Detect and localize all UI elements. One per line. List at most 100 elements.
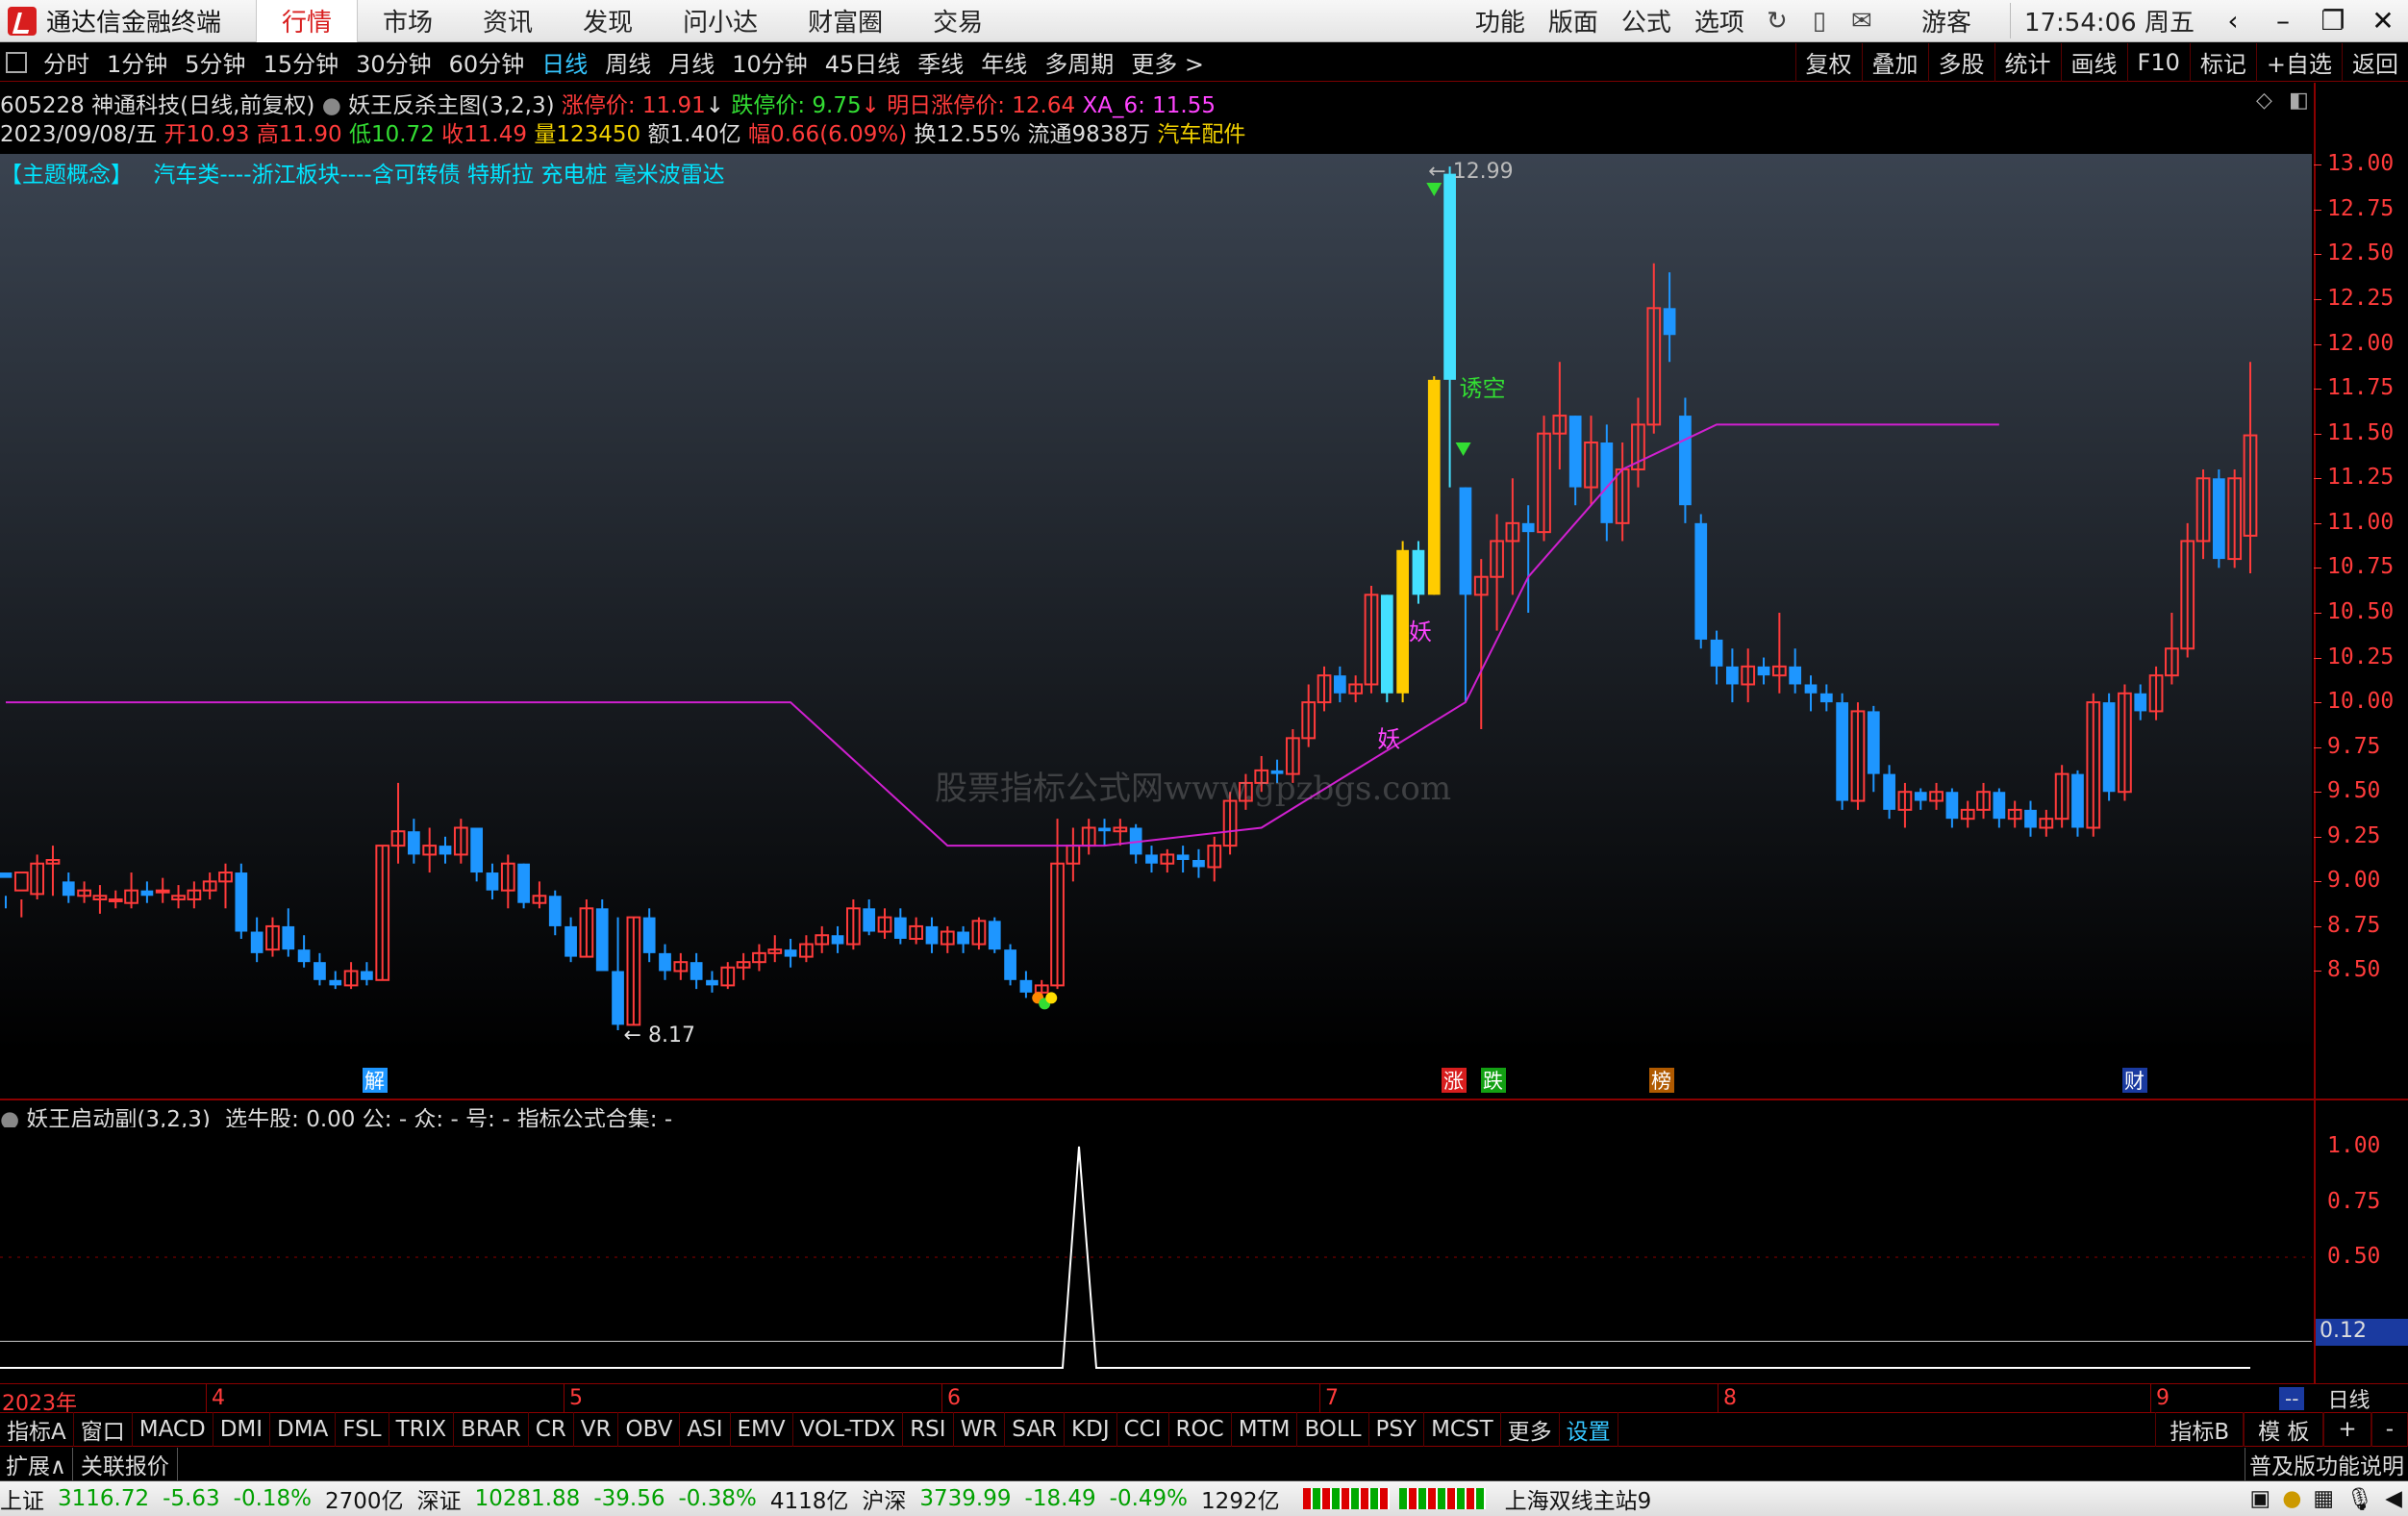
event-marker[interactable]: 解 [363,1068,388,1093]
menu-1[interactable]: 市场 [358,0,458,42]
sh-index-label[interactable]: 上证 [0,1482,44,1515]
menu-0[interactable]: 行情 [256,0,359,42]
indicator-right-2[interactable]: + [2323,1412,2371,1447]
right-menu-2[interactable]: 公式 [1610,3,1683,38]
concept-tag[interactable]: 【主题概念】 [0,163,133,188]
indicator-6[interactable]: TRIX [389,1412,455,1447]
panel-toggle-icon[interactable] [6,51,27,73]
restore-icon[interactable]: ❐ [2308,5,2358,37]
period-13[interactable]: 多周期 [1036,45,1122,79]
phone-icon[interactable]: ▯ [1798,7,1841,36]
refresh-icon[interactable]: ↻ [1756,7,1798,36]
indicator-9[interactable]: VR [574,1412,619,1447]
indicator-16[interactable]: SAR [1005,1412,1066,1447]
expand-button[interactable]: 扩展∧ [0,1447,73,1480]
sz-index-label[interactable]: 深证 [417,1482,462,1515]
indicator-11[interactable]: ASI [680,1412,731,1447]
indicator-right-0[interactable]: 指标B [2155,1412,2245,1447]
right-menu-0[interactable]: 功能 [1464,3,1537,38]
indicator-4[interactable]: DMA [270,1412,337,1447]
box-icon[interactable]: ▣ [2250,1486,2271,1511]
menu-3[interactable]: 发现 [558,0,658,42]
diamond-icon[interactable]: ◇ [2256,88,2272,113]
period-12[interactable]: 年线 [972,45,1036,79]
period-9[interactable]: 10分钟 [723,45,816,79]
indicator-right-1[interactable]: 模 板 [2244,1412,2324,1447]
guest-login[interactable]: 游客 [1883,3,2010,38]
menu-5[interactable]: 财富圈 [783,0,908,42]
time-axis-toggle[interactable]: -- [2279,1386,2305,1410]
event-marker[interactable]: 跌 [1481,1068,1506,1093]
period-8[interactable]: 月线 [660,45,723,79]
period-10[interactable]: 45日线 [816,45,910,79]
indicator-0[interactable]: 指标A [0,1412,74,1447]
network-icon[interactable]: ▦ [2313,1486,2334,1511]
event-marker[interactable]: 涨 [1442,1068,1467,1093]
tool-8[interactable]: 返回 [2342,42,2408,82]
tool-2[interactable]: 多股 [1927,42,1994,82]
period-6[interactable]: 日线 [533,45,596,79]
hs-index-label[interactable]: 沪深 [862,1482,906,1515]
right-menu-3[interactable]: 选项 [1683,3,1756,38]
period-7[interactable]: 周线 [596,45,660,79]
mail-icon[interactable]: ✉ [1841,7,1883,36]
indicator-12[interactable]: EMV [731,1412,793,1447]
indicator-20[interactable]: MTM [1232,1412,1298,1447]
tool-4[interactable]: 画线 [2060,42,2127,82]
period-14[interactable]: 更多 > [1122,45,1213,79]
menu-2[interactable]: 资讯 [458,0,558,42]
indicator-17[interactable]: KDJ [1065,1412,1117,1447]
event-marker[interactable]: 榜 [1649,1068,1674,1093]
menu-4[interactable]: 问小达 [658,0,783,42]
indicator-13[interactable]: VOL-TDX [793,1412,904,1447]
menu-6[interactable]: 交易 [908,0,1008,42]
indicator-25[interactable]: 设置 [1560,1412,1618,1447]
indicator-2[interactable]: MACD [133,1412,213,1447]
main-kline-chart[interactable]: ← 12.99 ← 8.17 诱空妖妖解涨跌榜财 【主题概念】 汽车类----浙江板… [0,154,2312,1099]
mic-icon[interactable]: 🎙 [2345,1486,2373,1512]
market-breadth-icon-2[interactable] [1398,1488,1486,1509]
indicator-23[interactable]: MCST [1424,1412,1501,1447]
sector[interactable]: 汽车配件 [1157,122,1245,147]
period-4[interactable]: 30分钟 [347,45,440,79]
coin-icon[interactable]: ● [2282,1486,2301,1511]
related-quote-button[interactable]: 关联报价 [73,1447,178,1480]
indicator-22[interactable]: PSY [1369,1412,1425,1447]
indicator-24[interactable]: 更多 [1501,1412,1560,1447]
indicator-3[interactable]: DMI [213,1412,271,1447]
layout-icon[interactable]: ◧ [2289,88,2309,113]
indicator-18[interactable]: CCI [1117,1412,1169,1447]
right-menu-1[interactable]: 版面 [1537,3,1610,38]
help-link[interactable]: 普及版功能说明 [2245,1447,2408,1480]
tool-3[interactable]: 统计 [1994,42,2061,82]
period-3[interactable]: 15分钟 [255,45,348,79]
indicator-19[interactable]: ROC [1169,1412,1232,1447]
period-2[interactable]: 5分钟 [176,45,254,79]
indicator-5[interactable]: FSL [336,1412,389,1447]
tool-6[interactable]: 标记 [2189,42,2256,82]
period-5[interactable]: 60分钟 [440,45,534,79]
minimize-icon[interactable]: – [2258,5,2308,37]
period-1[interactable]: 1分钟 [98,45,176,79]
close-icon[interactable]: ✕ [2358,5,2408,37]
indicator-21[interactable]: BOLL [1297,1412,1369,1447]
back-icon[interactable]: ‹ [2208,5,2258,37]
indicator-right-3[interactable]: - [2370,1412,2408,1447]
indicator-1[interactable]: 窗口 [74,1412,133,1447]
indicator-15[interactable]: WR [954,1412,1006,1447]
tool-0[interactable]: 复权 [1794,42,1862,82]
indicator-14[interactable]: RSI [903,1412,954,1447]
period-0[interactable]: 分时 [35,45,98,79]
sub-indicator-chart[interactable] [0,1127,2312,1383]
tool-1[interactable]: 叠加 [1861,42,1928,82]
speaker-icon[interactable]: ◀ [2385,1486,2402,1511]
indicator-7[interactable]: BRAR [454,1412,529,1447]
server-name[interactable]: 上海双线主站9 [1505,1482,1652,1515]
period-11[interactable]: 季线 [909,45,972,79]
indicator-8[interactable]: CR [529,1412,574,1447]
tool-7[interactable]: +自选 [2255,42,2342,82]
event-marker[interactable]: 财 [2122,1068,2147,1093]
indicator-10[interactable]: OBV [618,1412,681,1447]
tool-5[interactable]: F10 [2126,42,2190,82]
market-breadth-icon[interactable] [1302,1488,1390,1509]
